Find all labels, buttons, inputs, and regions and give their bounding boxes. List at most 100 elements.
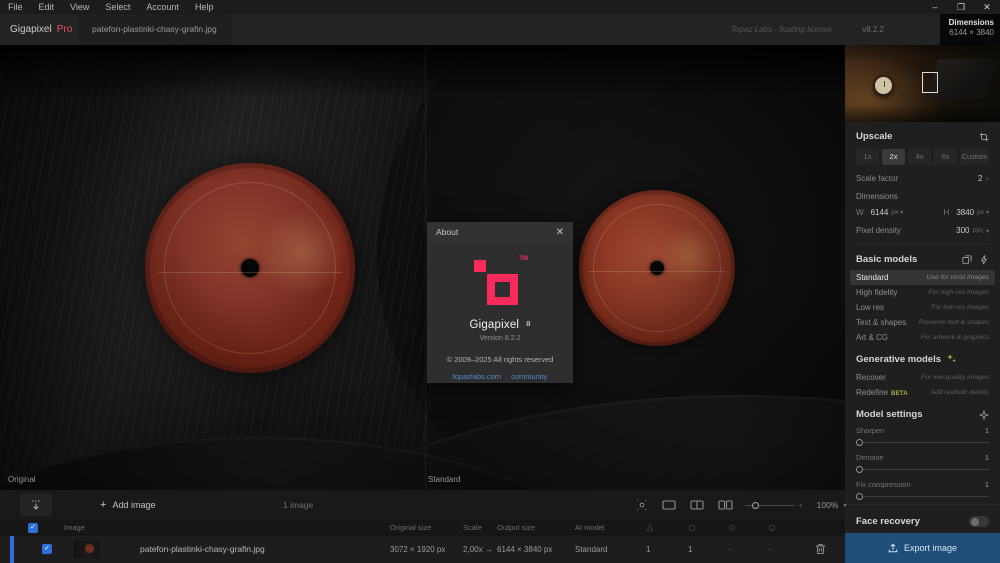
dialog-close-icon[interactable]: ✕ [556, 227, 564, 238]
trademark-label: TM [519, 256, 528, 262]
basic-models-header: Basic models [856, 254, 989, 265]
side-by-side-view-icon[interactable] [718, 500, 733, 510]
row-face-value: – [768, 536, 772, 563]
denoise-value: 1 [985, 453, 989, 462]
pro-badge: Pro [57, 24, 73, 35]
width-label: W [856, 208, 864, 217]
pixel-density-value[interactable]: 300PPI▾ [956, 226, 989, 235]
bottom-toolbar: + Add image 1 image + 100% ▾ [0, 490, 845, 520]
close-icon[interactable]: ✕ [974, 0, 1000, 14]
image-canvas[interactable]: Original Standard About ✕ TM Gigapixel8 … [0, 45, 845, 490]
menu-select[interactable]: Select [97, 2, 138, 12]
compare-split-line[interactable] [425, 45, 426, 490]
chevron-down-icon[interactable]: ▾ [843, 502, 846, 509]
model-art-cg[interactable]: Art & CG For artwork & graphics [850, 330, 995, 345]
compare-icon[interactable] [962, 255, 972, 265]
model-name: Art & CG [856, 333, 888, 342]
image-tab[interactable]: patefon-plastinki-chasy-grafin.jpg [78, 14, 231, 45]
chevron-down-icon[interactable]: ▾ [900, 209, 903, 216]
split-view-icon[interactable] [690, 500, 704, 510]
add-image-button[interactable]: + Add image [100, 490, 155, 520]
navigation-thumbnail[interactable] [845, 45, 1000, 122]
fix-compression-slider-group: Fix compression1 [856, 480, 989, 501]
model-desc: Preserve text & shapes [919, 319, 989, 326]
app-name: GigapixelPro [10, 14, 72, 45]
about-dialog: About ✕ TM Gigapixel8 Version 8.2.2 © 20… [427, 222, 573, 383]
model-recover[interactable]: Recover For low-quality images [850, 370, 995, 385]
height-field[interactable]: 3840 [956, 208, 974, 217]
zoom-level[interactable]: 100% [817, 500, 839, 510]
fit-view-icon[interactable] [636, 499, 648, 511]
lightning-icon[interactable] [979, 255, 989, 265]
export-icon [888, 543, 898, 553]
about-dialog-header: About ✕ [427, 222, 573, 242]
model-name: High fidelity [856, 288, 897, 297]
fix-compression-slider[interactable] [856, 492, 989, 501]
scale-factor-row: Scale factor 2× [856, 174, 989, 183]
model-high-fidelity[interactable]: High fidelity For high-res images [850, 285, 995, 300]
row-scale: 2,00x → [463, 536, 493, 563]
title-bar: GigapixelPro patefon-plastinki-chasy-gra… [0, 14, 1000, 45]
sharpen-value: 1 [985, 426, 989, 435]
menu-view[interactable]: View [62, 2, 97, 12]
scale-6x-button[interactable]: 6x [934, 149, 957, 165]
dimensions-section-label: Dimensions [856, 192, 989, 201]
dialog-app-name: Gigapixel8 [427, 319, 573, 331]
generative-models-header: Generative models [856, 354, 989, 365]
single-view-icon[interactable] [662, 500, 676, 510]
zoom-slider[interactable] [745, 501, 795, 510]
menu-help[interactable]: Help [187, 2, 222, 12]
slider-knob[interactable] [856, 466, 863, 473]
slider-knob[interactable] [856, 493, 863, 500]
row-compression-value: – [728, 536, 732, 563]
scale-factor-value[interactable]: 2× [978, 174, 989, 183]
scale-4x-button[interactable]: 4x [908, 149, 931, 165]
model-standard[interactable]: Standard Use for most images [850, 270, 995, 285]
minimize-icon[interactable]: – [922, 0, 948, 14]
scale-1x-button[interactable]: 1x [856, 149, 879, 165]
community-link[interactable]: community [511, 372, 547, 381]
redefine-label: Redefine [856, 388, 888, 397]
sharpen-slider[interactable] [856, 438, 989, 447]
model-redefine[interactable]: RedefineBETA Add realistic details [850, 385, 995, 400]
row-checkbox[interactable]: ✓ [42, 544, 52, 554]
export-image-button[interactable]: Export image [845, 533, 1000, 563]
select-all-checkbox[interactable]: ✓ [28, 523, 38, 533]
image-column-header: Image [64, 520, 85, 536]
collapse-tray-button[interactable] [20, 494, 52, 516]
denoise-column-icon [688, 524, 696, 532]
upscale-header: Upscale [856, 131, 989, 142]
menu-file[interactable]: File [0, 2, 31, 12]
table-row[interactable]: ✓ patefon-plastinki-chasy-grafin.jpg 307… [0, 536, 845, 563]
dialog-app-label: Gigapixel [469, 319, 519, 331]
width-field[interactable]: 6144 [871, 208, 889, 217]
trash-icon[interactable] [815, 543, 826, 555]
generative-title-text: Generative models [856, 354, 941, 365]
zoom-in-icon[interactable]: + [798, 501, 803, 510]
scale-2x-button[interactable]: 2x [882, 149, 905, 165]
dialog-links: topazlabs.com community [427, 372, 573, 381]
menu-account[interactable]: Account [138, 2, 187, 12]
scale-custom-button[interactable]: Custom [960, 149, 989, 165]
model-text-shapes[interactable]: Text & shapes Preserve text & shapes [850, 315, 995, 330]
spark-icon[interactable] [979, 410, 989, 420]
width-height-row: W 6144 px ▾ H 3840 px ▾ [856, 208, 989, 217]
sparkle-icon [947, 354, 956, 363]
viewport-indicator[interactable] [922, 72, 938, 93]
face-recovery-header: Face recovery [856, 516, 989, 527]
pixel-density-row: Pixel density 300PPI▾ [856, 226, 989, 235]
denoise-slider[interactable] [856, 465, 989, 474]
slider-knob[interactable] [856, 439, 863, 446]
model-desc: For high-res images [929, 289, 989, 296]
generative-models-title: Generative models [856, 354, 956, 365]
model-low-res[interactable]: Low res For low-res images [850, 300, 995, 315]
resize-icon[interactable] [979, 132, 989, 142]
section-divider [845, 504, 1000, 505]
zoom-slider-knob[interactable] [752, 502, 759, 509]
topazlabs-link[interactable]: topazlabs.com [453, 372, 501, 381]
maximize-icon[interactable]: ❐ [948, 0, 974, 14]
menu-edit[interactable]: Edit [31, 2, 63, 12]
face-recovery-toggle[interactable] [969, 516, 989, 527]
selected-row-indicator [10, 536, 14, 563]
chevron-down-icon[interactable]: ▾ [986, 209, 989, 216]
